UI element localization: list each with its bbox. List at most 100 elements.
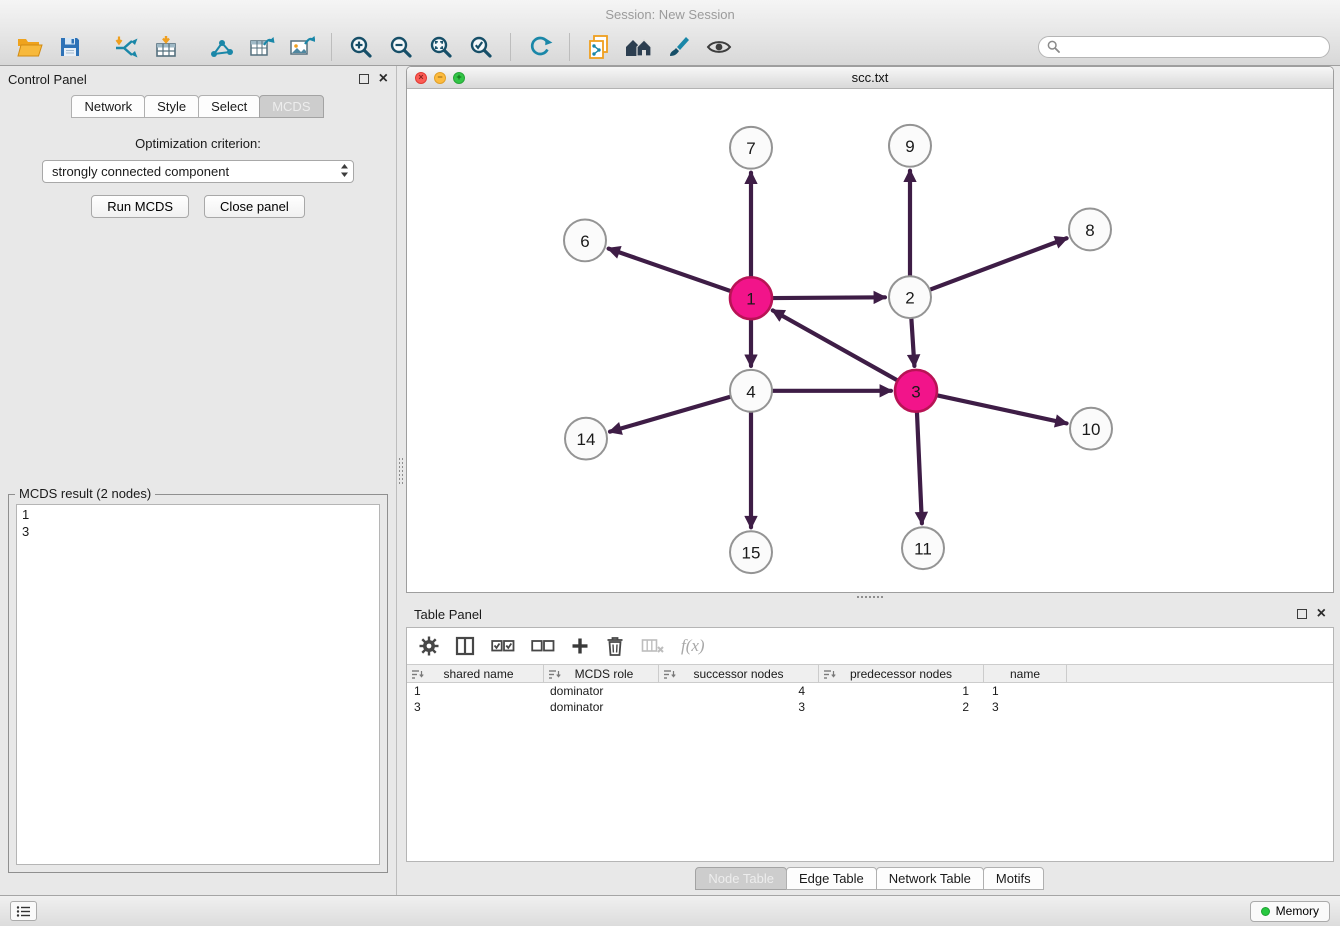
graph-edge-2-8[interactable] (931, 238, 1067, 289)
memory-button[interactable]: Memory (1250, 901, 1330, 922)
save-session-button[interactable] (50, 31, 90, 63)
graph-node-label: 11 (914, 540, 932, 559)
network-window-title: scc.txt (407, 70, 1333, 85)
column-header-mcds-role[interactable]: MCDS role (544, 665, 659, 682)
column-header-predecessor-nodes[interactable]: predecessor nodes (819, 665, 984, 682)
network-window-titlebar[interactable]: scc.txt × − + (407, 67, 1333, 89)
mcds-result-group: MCDS result (2 nodes) 1 3 (8, 494, 388, 873)
new-table-button[interactable] (242, 31, 282, 63)
graph-node-8[interactable]: 8 (1069, 209, 1111, 251)
maximize-window-button[interactable]: + (453, 72, 465, 84)
deselect-all-button[interactable] (531, 632, 555, 660)
close-panel-icon[interactable]: × (379, 72, 388, 86)
search-input[interactable] (1065, 40, 1321, 54)
graph-edge-3-1[interactable] (773, 310, 897, 380)
table-panel-tabs: Node Table Edge Table Network Table Moti… (406, 862, 1334, 895)
delete-row-button[interactable] (605, 632, 625, 660)
graph-node-11[interactable]: 11 (902, 527, 944, 569)
minimize-window-button[interactable]: − (434, 72, 446, 84)
close-window-button[interactable]: × (415, 72, 427, 84)
tab-mcds[interactable]: MCDS (259, 95, 323, 118)
tab-style[interactable]: Style (144, 95, 199, 118)
column-label: name (1010, 667, 1040, 681)
folder-open-icon (17, 36, 43, 58)
tab-edge-table[interactable]: Edge Table (786, 867, 877, 890)
titlebar: Session: New Session (0, 0, 1340, 28)
graph-node-14[interactable]: 14 (565, 418, 607, 460)
column-header-successor-nodes[interactable]: successor nodes (659, 665, 819, 682)
graph-edge-4-14[interactable] (610, 397, 730, 432)
style-button[interactable] (659, 31, 699, 63)
graph-node-1[interactable]: 1 (730, 277, 772, 319)
float-table-panel-button[interactable] (1297, 609, 1307, 619)
tab-network-table[interactable]: Network Table (876, 867, 984, 890)
run-mcds-button[interactable]: Run MCDS (91, 195, 189, 218)
select-all-button[interactable] (491, 632, 515, 660)
zoom-fit-button[interactable] (421, 31, 461, 63)
graph-node-15[interactable]: 15 (730, 531, 772, 573)
refresh-view-button[interactable] (520, 31, 560, 63)
zoom-out-button[interactable] (381, 31, 421, 63)
table-row[interactable]: 3 dominator 3 2 3 (407, 699, 1333, 715)
graph-node-4[interactable]: 4 (730, 370, 772, 412)
network-graph[interactable]: 7 9 6 8 1 2 4 3 14 10 15 11 (407, 89, 1333, 592)
tab-node-table[interactable]: Node Table (695, 867, 787, 890)
column-header-shared-name[interactable]: shared name (407, 665, 544, 682)
close-panel-button[interactable]: Close panel (204, 195, 305, 218)
graph-node-9[interactable]: 9 (889, 125, 931, 167)
function-builder-button[interactable]: f(x) (681, 632, 705, 660)
table-panel-header: Table Panel × (406, 601, 1334, 627)
trash-icon (605, 635, 625, 657)
column-label: predecessor nodes (850, 667, 952, 681)
delete-column-button[interactable] (641, 632, 665, 660)
new-network-button[interactable] (202, 31, 242, 63)
graph-node-label: 1 (746, 290, 755, 309)
graph-edge-1-6[interactable] (609, 249, 731, 291)
network-canvas[interactable]: 7 9 6 8 1 2 4 3 14 10 15 11 (407, 89, 1333, 592)
graph-edge-2-3[interactable] (911, 319, 914, 366)
sort-icon (411, 669, 424, 680)
export-image-button[interactable] (282, 31, 322, 63)
application-window: Session: New Session (0, 0, 1340, 926)
tab-select[interactable]: Select (198, 95, 260, 118)
tab-motifs[interactable]: Motifs (983, 867, 1044, 890)
delete-column-icon (641, 637, 665, 655)
home-icon (624, 36, 654, 58)
open-session-button[interactable] (10, 31, 50, 63)
graph-node-label: 3 (911, 382, 920, 401)
zoom-in-button[interactable] (341, 31, 381, 63)
gear-icon (419, 636, 439, 656)
graph-node-7[interactable]: 7 (730, 127, 772, 169)
graph-node-10[interactable]: 10 (1070, 408, 1112, 450)
show-hide-button[interactable] (699, 31, 739, 63)
search-icon (1047, 40, 1060, 53)
horizontal-splitter[interactable] (406, 593, 1334, 601)
graph-node-2[interactable]: 2 (889, 276, 931, 318)
import-table-button[interactable] (146, 31, 186, 63)
graph-edge-1-2[interactable] (773, 297, 885, 298)
show-columns-button[interactable] (455, 632, 475, 660)
zoom-selected-button[interactable] (461, 31, 501, 63)
zoom-selected-icon (469, 35, 493, 59)
graph-edge-3-10[interactable] (937, 395, 1066, 423)
table-panel: Table Panel × (406, 601, 1334, 895)
graph-node-6[interactable]: 6 (564, 219, 606, 261)
search-field[interactable] (1038, 36, 1330, 58)
zoom-fit-icon (429, 35, 453, 59)
clone-network-button[interactable] (579, 31, 619, 63)
task-history-button[interactable] (10, 901, 37, 921)
add-column-button[interactable] (571, 632, 589, 660)
close-table-panel-icon[interactable]: × (1317, 607, 1326, 621)
optimization-criterion-select[interactable]: strongly connected component (42, 160, 354, 183)
column-header-name[interactable]: name (984, 665, 1067, 682)
table-row[interactable]: 1 dominator 4 1 1 (407, 683, 1333, 699)
graph-node-3[interactable]: 3 (895, 370, 937, 412)
graph-edge-3-11[interactable] (917, 413, 922, 524)
home-layout-button[interactable] (619, 31, 659, 63)
control-panel: Control Panel × Network Style Select MCD… (0, 66, 397, 895)
import-network-button[interactable] (106, 31, 146, 63)
zoom-out-icon (389, 35, 413, 59)
table-settings-button[interactable] (419, 632, 439, 660)
float-panel-button[interactable] (359, 74, 369, 84)
tab-network[interactable]: Network (71, 95, 145, 118)
